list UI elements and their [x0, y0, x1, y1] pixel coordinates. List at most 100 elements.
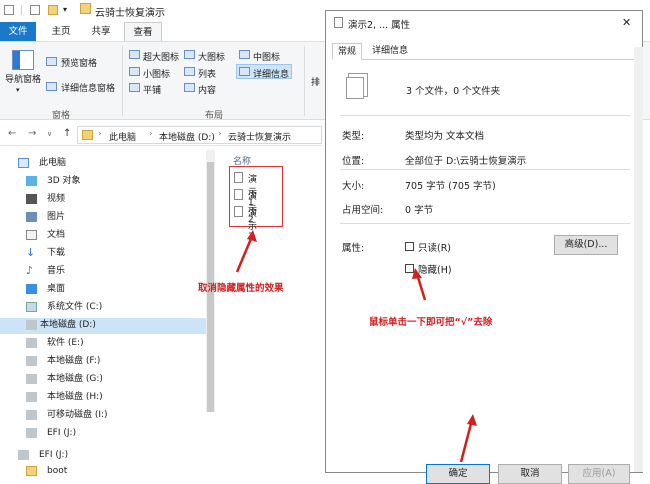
quick-access-dropdown-icon[interactable]: ▾ — [63, 5, 67, 14]
size-label: 大小: — [342, 181, 365, 192]
computer-icon — [18, 158, 29, 168]
medium-icons-icon — [239, 50, 250, 59]
type-value: 类型均为 文本文档 — [405, 131, 485, 142]
breadcrumb-this-pc[interactable]: 此电脑 — [109, 130, 136, 143]
preview-pane-button[interactable]: 预览窗格 — [61, 56, 97, 69]
group-layout-label: 布局 — [205, 111, 224, 121]
chevron-right-icon: › — [218, 129, 222, 139]
usb-drive-icon — [26, 410, 37, 420]
drive-icon — [26, 428, 37, 438]
details-icon — [239, 67, 250, 76]
divider — [340, 223, 630, 224]
divider — [122, 46, 123, 116]
details-pane-icon — [46, 82, 57, 91]
address-bar-row: ← → ∨ ↑ › 此电脑 › 本地磁盘 (D:) › 云骑士恢复演示 — [0, 124, 322, 146]
annotation-arrow-ok — [459, 414, 477, 463]
layout-content[interactable]: 内容 — [198, 83, 216, 96]
large-icons-icon — [184, 50, 195, 59]
readonly-label[interactable]: 只读(R) — [418, 240, 451, 254]
layout-small[interactable]: 小图标 — [143, 67, 170, 80]
tab-home[interactable]: 主页 — [43, 22, 79, 41]
advanced-button[interactable]: 高级(D)... — [554, 235, 618, 255]
tab-view[interactable]: 查看 — [124, 22, 162, 42]
list-icon — [184, 67, 195, 76]
layout-extra-large[interactable]: 超大图标 — [143, 50, 179, 63]
summary-text: 3 个文件，0 个文件夹 — [406, 86, 501, 97]
folder-icon — [82, 130, 93, 140]
annotation-text-left: 取消隐藏属性的效果 — [198, 283, 284, 294]
window-title: 云骑士恢复演示 — [95, 8, 165, 19]
annotation-arrow-left — [235, 230, 257, 273]
divider — [340, 169, 630, 170]
layout-details[interactable]: 详细信息 — [253, 67, 289, 80]
navigation-pane: 此电脑 3D 对象 视频 图片 文档 ↓ 下载 ♪ 音乐 桌面 系统文件 (C:) … — [0, 150, 216, 476]
navigation-pane-icon[interactable] — [12, 50, 34, 70]
properties-icon[interactable] — [30, 5, 40, 15]
file-icon — [334, 17, 343, 28]
location-label: 位置: — [342, 156, 365, 167]
details-pane-button[interactable]: 详细信息窗格 — [61, 81, 115, 94]
folder-icon — [26, 466, 37, 476]
folder-icon — [80, 3, 91, 14]
new-folder-icon[interactable] — [48, 5, 58, 15]
forward-icon[interactable]: → — [28, 128, 36, 139]
dialog-title: 演示2, ... 属性 — [348, 20, 411, 31]
chevron-down-icon[interactable]: ▾ — [16, 86, 20, 94]
tiles-icon — [129, 83, 140, 92]
text-file-icon — [234, 172, 243, 183]
drive-icon — [26, 302, 37, 312]
layout-list[interactable]: 列表 — [198, 67, 216, 80]
breadcrumb-drive-d[interactable]: 本地磁盘 (D:) — [159, 130, 215, 143]
chevron-right-icon: › — [98, 129, 102, 139]
desktop-icon — [26, 284, 37, 294]
drive-icon — [26, 374, 37, 384]
tab-details[interactable]: 详细信息 — [364, 43, 416, 60]
sort-button[interactable]: 排 — [311, 75, 320, 88]
drive-icon — [26, 356, 37, 366]
apply-button[interactable]: 应用(A) — [568, 464, 630, 484]
recent-dropdown-icon[interactable]: ∨ — [47, 130, 52, 138]
size-value: 705 字节 (705 字节) — [405, 181, 496, 192]
dialog-scrollbar[interactable] — [634, 47, 643, 472]
breadcrumb-folder[interactable]: 云骑士恢复演示 — [228, 130, 291, 143]
ok-button[interactable]: 确定 — [426, 464, 490, 484]
address-bar[interactable]: › 此电脑 › 本地磁盘 (D:) › 云骑士恢复演示 — [77, 126, 322, 144]
layout-medium[interactable]: 中图标 — [253, 50, 280, 63]
drive-icon — [26, 392, 37, 402]
drive-icon — [18, 450, 29, 460]
layout-large[interactable]: 大图标 — [198, 50, 225, 63]
attributes-label: 属性: — [342, 243, 365, 254]
small-icons-icon — [129, 67, 140, 76]
cancel-button[interactable]: 取消 — [498, 464, 562, 484]
annotation-text-right: 鼠标单击一下即可把“√”去除 — [369, 317, 493, 328]
type-label: 类型: — [342, 131, 365, 142]
annotation-arrow-right — [412, 268, 427, 301]
chevron-right-icon: › — [149, 129, 153, 139]
text-file-icon — [234, 206, 243, 217]
music-icon: ♪ — [26, 264, 34, 277]
dialog-title-bar: 演示2, ... 属性 ✕ — [326, 11, 642, 35]
picture-icon — [26, 212, 37, 222]
up-icon[interactable]: ↑ — [63, 128, 71, 139]
tab-share[interactable]: 共享 — [84, 22, 118, 41]
back-icon[interactable]: ← — [8, 128, 16, 139]
close-icon[interactable]: ✕ — [622, 16, 631, 29]
disk-size-label: 占用空间: — [342, 205, 384, 216]
separator — [21, 5, 22, 15]
multiple-files-icon — [346, 77, 364, 99]
preview-pane-icon — [46, 57, 57, 66]
extra-large-icons-icon — [129, 50, 140, 59]
nav-item-drive-d[interactable]: 本地磁盘 (D:) — [0, 318, 206, 334]
divider — [340, 115, 630, 116]
app-icon — [4, 5, 14, 15]
readonly-checkbox[interactable] — [405, 242, 414, 251]
nav-pane-button[interactable]: 导航窗格 — [5, 75, 41, 86]
group-pane-label: 窗格 — [52, 111, 71, 121]
tab-file[interactable]: 文件 — [0, 22, 36, 41]
drive-icon — [26, 320, 37, 330]
download-icon: ↓ — [26, 246, 36, 259]
content-icon — [184, 83, 195, 92]
tab-general[interactable]: 常规 — [332, 43, 362, 60]
layout-tiles[interactable]: 平铺 — [143, 83, 161, 96]
location-value: 全部位于 D:\云骑士恢复演示 — [405, 156, 527, 167]
